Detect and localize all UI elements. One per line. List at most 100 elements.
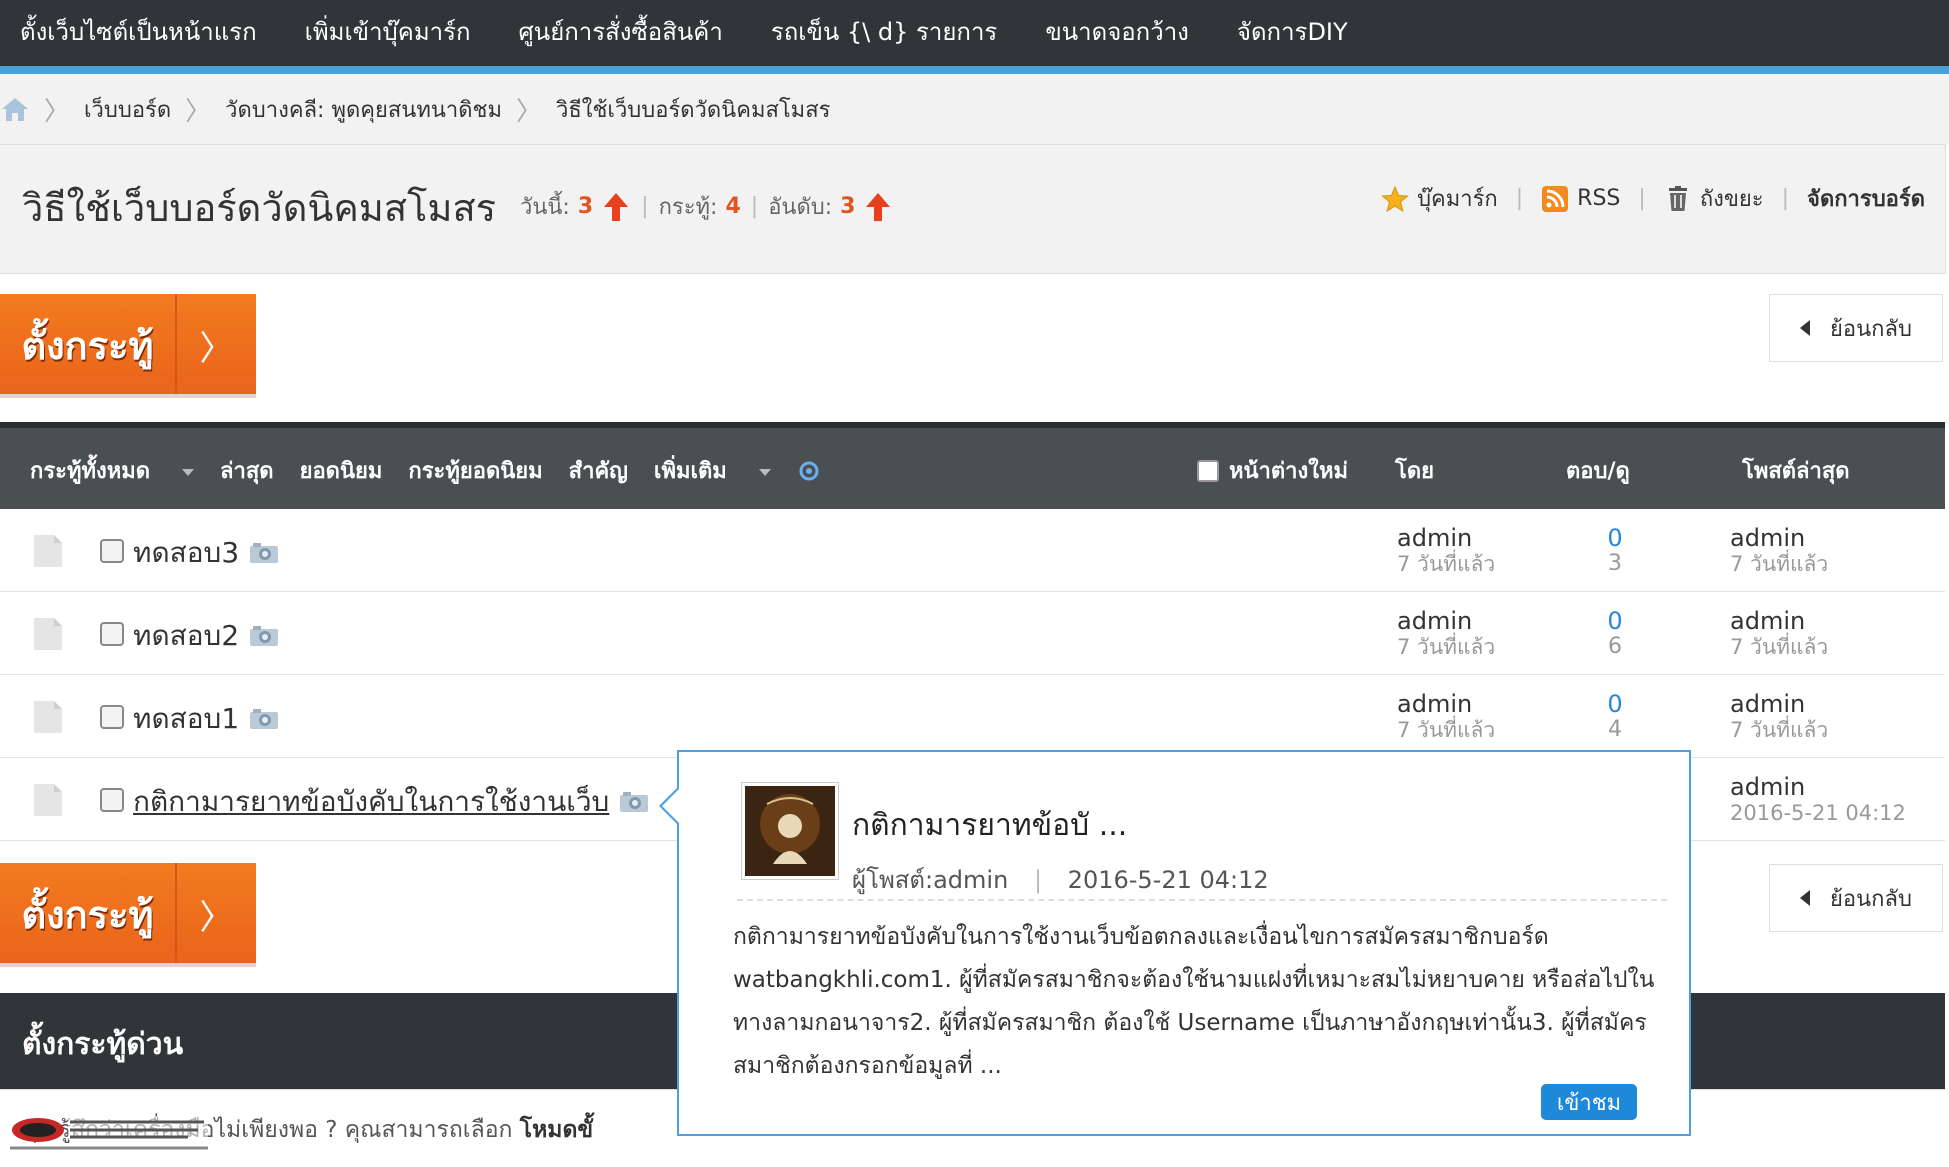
trash-label: ถังขยะ	[1699, 187, 1764, 212]
thread-title-text: ทดสอบ2	[133, 619, 240, 652]
row-checkbox[interactable]	[100, 705, 124, 729]
back-label: ย้อนกลับ	[1830, 886, 1912, 912]
rss-icon	[1542, 185, 1569, 212]
home-icon[interactable]	[0, 96, 30, 122]
manage-board-action[interactable]: จัดการบอร์ด	[1807, 181, 1925, 216]
last-post-time[interactable]: 7 วันที่แล้ว	[1730, 634, 1828, 660]
thread-title[interactable]: ทดสอบ3	[133, 531, 279, 575]
tab-popular[interactable]: ยอดนิยม	[300, 453, 383, 488]
last-post-time[interactable]: 7 วันที่แล้ว	[1730, 717, 1828, 743]
last-post-user[interactable]: admin	[1730, 774, 1906, 800]
document-icon	[34, 535, 62, 567]
reply-count[interactable]: 0	[1600, 608, 1630, 634]
thread-author: admin 7 วันที่แล้ว	[1397, 608, 1495, 660]
breadcrumb: 〉 เว็บบอร์ด 〉 วัดบางคลี: พูดคุยสนทนาดิชม…	[0, 74, 1949, 144]
breadcrumb-separator: 〉	[44, 96, 71, 127]
view-count: 6	[1608, 634, 1622, 659]
last-post-time[interactable]: 2016-5-21 04:12	[1730, 800, 1906, 826]
chevron-right-icon: 〉	[177, 294, 256, 396]
tab-more[interactable]: เพิ่มเติม	[654, 453, 771, 488]
breadcrumb-separator: 〉	[515, 96, 542, 127]
last-post-time[interactable]: 7 วันที่แล้ว	[1730, 551, 1828, 577]
breadcrumb-current[interactable]: วิธีใช้เว็บบอร์ดวัดนิคมสโมสร	[556, 92, 830, 127]
popup-pointer-inner	[662, 788, 680, 824]
top-nav: ตั้งเว็บไซต์เป็นหน้าแรก เพิ่มเข้าบุ๊คมาร…	[20, 0, 1396, 62]
up-arrow-icon	[604, 192, 629, 221]
author-name[interactable]: admin	[1397, 525, 1495, 551]
quick-post-title: ตั้งกระทู้ด่วน	[22, 1027, 184, 1062]
popup-excerpt: กติกามารยาทข้อบังคับในการใช้งานเว็บข้อตก…	[733, 924, 1655, 1079]
author-time: 7 วันที่แล้ว	[1397, 718, 1496, 742]
trash-action[interactable]: ถังขยะ	[1664, 181, 1764, 216]
thread-author: admin 7 วันที่แล้ว	[1397, 525, 1495, 577]
breadcrumb-category[interactable]: วัดบางคลี: พูดคุยสนทนาดิชม	[225, 92, 502, 127]
popup-date: 2016-5-21 04:12	[1067, 866, 1269, 894]
forum-header: วิธีใช้เว็บบอร์ดวัดนิคมสโมสร วันนี้: 3 |…	[0, 144, 1946, 274]
camera-icon	[620, 792, 649, 812]
caret-left-icon	[1800, 890, 1811, 906]
rss-action[interactable]: RSS	[1541, 185, 1620, 213]
caret-left-icon	[1800, 320, 1811, 336]
reply-count[interactable]: 0	[1600, 525, 1630, 551]
tab-all-threads-label: กระทู้ทั้งหมด	[30, 459, 150, 484]
refresh-icon[interactable]	[797, 459, 821, 483]
button-shadow	[0, 394, 256, 398]
new-thread-button[interactable]: ตั้งกระทู้ 〉	[0, 294, 256, 398]
back-button[interactable]: ย้อนกลับ	[1769, 864, 1943, 932]
watermark-logo	[10, 1118, 208, 1150]
author-time: 7 วันที่แล้ว	[1397, 635, 1496, 659]
thread-list-header: กระทู้ทั้งหมด ล่าสุด ยอดนิยม กระทู้ยอดนิ…	[0, 422, 1945, 513]
topnav-set-homepage[interactable]: ตั้งเว็บไซต์เป็นหน้าแรก	[20, 12, 257, 51]
divider: |	[641, 194, 649, 219]
topnav-order-center[interactable]: ศูนย์การสั่งซื้อสินค้า	[519, 12, 723, 51]
popup-title[interactable]: กติกามารยาทข้อบั ...	[852, 802, 1127, 849]
topnav-wide-screen[interactable]: ขนาดจอกว้าง	[1045, 12, 1189, 51]
new-thread-button[interactable]: ตั้งกระทู้ 〉	[0, 863, 256, 967]
thread-title[interactable]: กติกามารยาทข้อบังคับในการใช้งานเว็บ	[133, 780, 649, 824]
last-post-user[interactable]: admin	[1730, 691, 1828, 717]
row-checkbox[interactable]	[100, 539, 124, 563]
top-bar: ตั้งเว็บไซต์เป็นหน้าแรก เพิ่มเข้าบุ๊คมาร…	[0, 0, 1949, 66]
author-name[interactable]: admin	[1397, 608, 1495, 634]
divider: |	[1781, 186, 1790, 211]
thread-counts: 0 3	[1600, 525, 1630, 577]
topnav-add-bookmark[interactable]: เพิ่มเข้าบุ๊คมาร์ก	[305, 12, 471, 51]
thread-title[interactable]: ทดสอบ1	[133, 697, 279, 741]
table-row: ทดสอบ1 admin 7 วันที่แล้ว 0 4 admin 7 วั…	[0, 675, 1945, 758]
stat-threads-value: 4	[725, 194, 741, 219]
topnav-cart[interactable]: รถเข็น {\ d} รายการ	[771, 12, 998, 51]
document-icon	[34, 701, 62, 733]
camera-icon	[250, 709, 279, 729]
back-label: ย้อนกลับ	[1830, 316, 1912, 342]
author-name[interactable]: admin	[1397, 691, 1495, 717]
avatar[interactable]	[741, 782, 839, 880]
camera-icon	[250, 543, 279, 563]
new-thread-label: ตั้งกระทู้	[0, 294, 177, 396]
thread-title[interactable]: ทดสอบ2	[133, 614, 279, 658]
tab-important[interactable]: สำคัญ	[569, 453, 628, 488]
popup-poster: ผู้โพสต์:admin	[852, 866, 1009, 894]
avatar-image	[745, 786, 835, 876]
tab-more-label: เพิ่มเติม	[653, 459, 727, 484]
tab-all-threads[interactable]: กระทู้ทั้งหมด	[30, 453, 194, 488]
stat-threads-label: กระทู้:	[658, 195, 718, 220]
advanced-mode-link[interactable]: โหมดขั้	[520, 1117, 593, 1143]
new-window-checkbox[interactable]	[1197, 459, 1219, 482]
bookmark-action[interactable]: บุ๊คมาร์ก	[1381, 181, 1498, 216]
view-button[interactable]: เข้าชม	[1541, 1084, 1637, 1120]
column-header-by: โดย	[1395, 459, 1434, 484]
new-window-toggle[interactable]: หน้าต่างใหม่	[1197, 428, 1348, 513]
tab-popular-threads[interactable]: กระทู้ยอดนิยม	[408, 453, 542, 488]
row-checkbox[interactable]	[100, 788, 124, 812]
last-post-user[interactable]: admin	[1730, 608, 1828, 634]
last-post-user[interactable]: admin	[1730, 525, 1828, 551]
breadcrumb-webboard[interactable]: เว็บบอร์ด	[84, 92, 171, 127]
reply-count[interactable]: 0	[1600, 691, 1630, 717]
popup-meta: ผู้โพสต์:admin | 2016-5-21 04:12	[852, 860, 1269, 899]
last-post: admin 7 วันที่แล้ว	[1730, 608, 1828, 660]
back-button[interactable]: ย้อนกลับ	[1769, 294, 1943, 362]
tab-latest[interactable]: ล่าสุด	[220, 453, 274, 488]
row-checkbox[interactable]	[100, 622, 124, 646]
thread-title-text: ทดสอบ3	[133, 536, 240, 569]
topnav-manage-diy[interactable]: จัดการDIY	[1237, 12, 1348, 51]
